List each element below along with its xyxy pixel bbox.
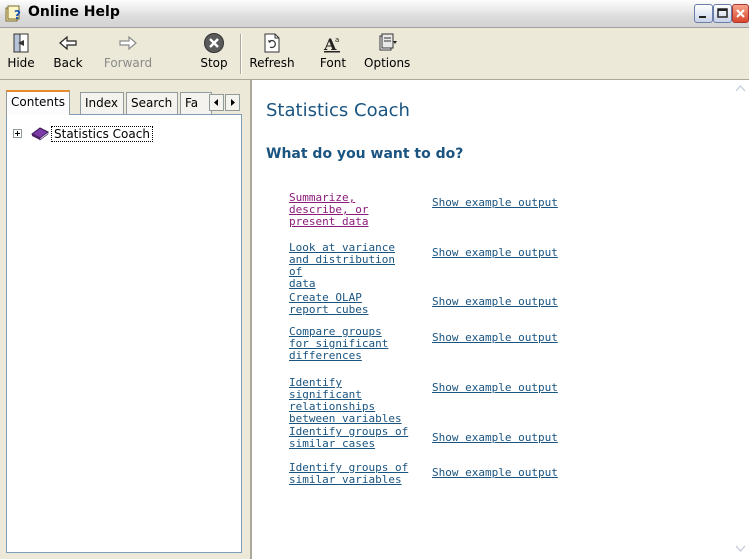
svg-text:?: ? [14,8,21,22]
section-heading: What do you want to do? [266,146,464,162]
option-link-similar-cases[interactable]: Identify groups of similar cases [289,426,414,450]
forward-arrow-icon [119,35,137,51]
expand-icon[interactable] [13,129,22,138]
back-label: Back [53,56,83,70]
tab-search-label: Search [131,96,173,110]
show-example-link[interactable]: Show example output [432,382,558,394]
show-example-link[interactable]: Show example output [432,332,558,344]
stop-icon [204,33,224,53]
content-pane: Statistics Coach What do you want to do?… [250,80,749,559]
maximize-icon [717,8,728,18]
tab-contents-label: Contents [11,95,65,109]
hide-label: Hide [7,56,35,70]
book-icon [31,127,49,141]
stop-label: Stop [200,56,228,70]
option-link-compare-groups[interactable]: Compare groups for significant differences [289,326,414,362]
nav-tabs: Contents Index Search Fa [6,90,242,115]
option-link-relationships[interactable]: Identify significant relationships between… [289,377,414,425]
scroll-right-icon [231,99,235,106]
option-link-summarize[interactable]: Summarize, describe, or present data [289,192,414,228]
refresh-button[interactable]: Refresh [248,32,296,76]
hide-button[interactable]: Hide [4,32,38,76]
navigation-pane: Contents Index Search Fa Statistics Coac… [0,80,248,559]
contents-tree[interactable]: Statistics Coach [6,114,242,553]
tab-index[interactable]: Index [80,92,124,114]
tab-favorites[interactable]: Fa [180,92,212,114]
show-example-link[interactable]: Show example output [432,197,558,209]
tab-scroll-left-button[interactable] [209,94,224,111]
option-link-olap[interactable]: Create OLAP report cubes [289,292,414,316]
hide-pane-icon [13,33,29,53]
help-book-icon: ? [5,5,21,22]
svg-text:a: a [335,36,339,44]
show-example-link[interactable]: Show example output [432,432,558,444]
title-bar: ? Online Help [0,0,749,28]
tab-search[interactable]: Search [126,92,178,114]
stop-button[interactable]: Stop [196,32,232,76]
font-button[interactable]: A a Font [318,32,348,76]
options-label: Options [364,56,411,70]
scroll-down-icon[interactable] [734,542,747,555]
scroll-up-icon[interactable] [734,82,747,95]
vertical-scrollbar[interactable] [732,80,749,559]
tab-index-label: Index [85,96,119,110]
options-button[interactable]: Options [364,32,410,76]
font-label: Font [319,56,347,70]
maximize-button[interactable] [713,4,732,23]
option-link-variance[interactable]: Look at variance and distribution of data [289,242,414,290]
tab-scroll-right-button[interactable] [225,94,240,111]
refresh-icon [264,33,280,53]
minimize-button[interactable] [694,4,713,23]
back-button[interactable]: Back [48,32,88,76]
refresh-label: Refresh [249,56,295,70]
scroll-left-icon [214,99,218,106]
minimize-icon [699,16,706,18]
close-icon [736,9,745,18]
close-button[interactable] [732,4,749,23]
show-example-link[interactable]: Show example output [432,247,558,259]
page-title: Statistics Coach [266,100,410,121]
forward-label: Forward [103,56,153,70]
tab-contents[interactable]: Contents [6,90,70,115]
show-example-link[interactable]: Show example output [432,296,558,308]
show-example-link[interactable]: Show example output [432,467,558,479]
toolbar: Hide Back Forward Stop Refresh A a Font … [0,28,749,80]
toolbar-separator [240,34,242,74]
font-icon: A a [323,35,340,54]
forward-button[interactable]: Forward [100,32,156,76]
tree-item-label: Statistics Coach [51,126,153,142]
tab-favorites-label: Fa [185,96,199,110]
window-title: Online Help [28,4,120,20]
options-icon [379,33,397,51]
back-arrow-icon [59,35,77,51]
option-link-similar-variables[interactable]: Identify groups of similar variables [289,462,414,486]
